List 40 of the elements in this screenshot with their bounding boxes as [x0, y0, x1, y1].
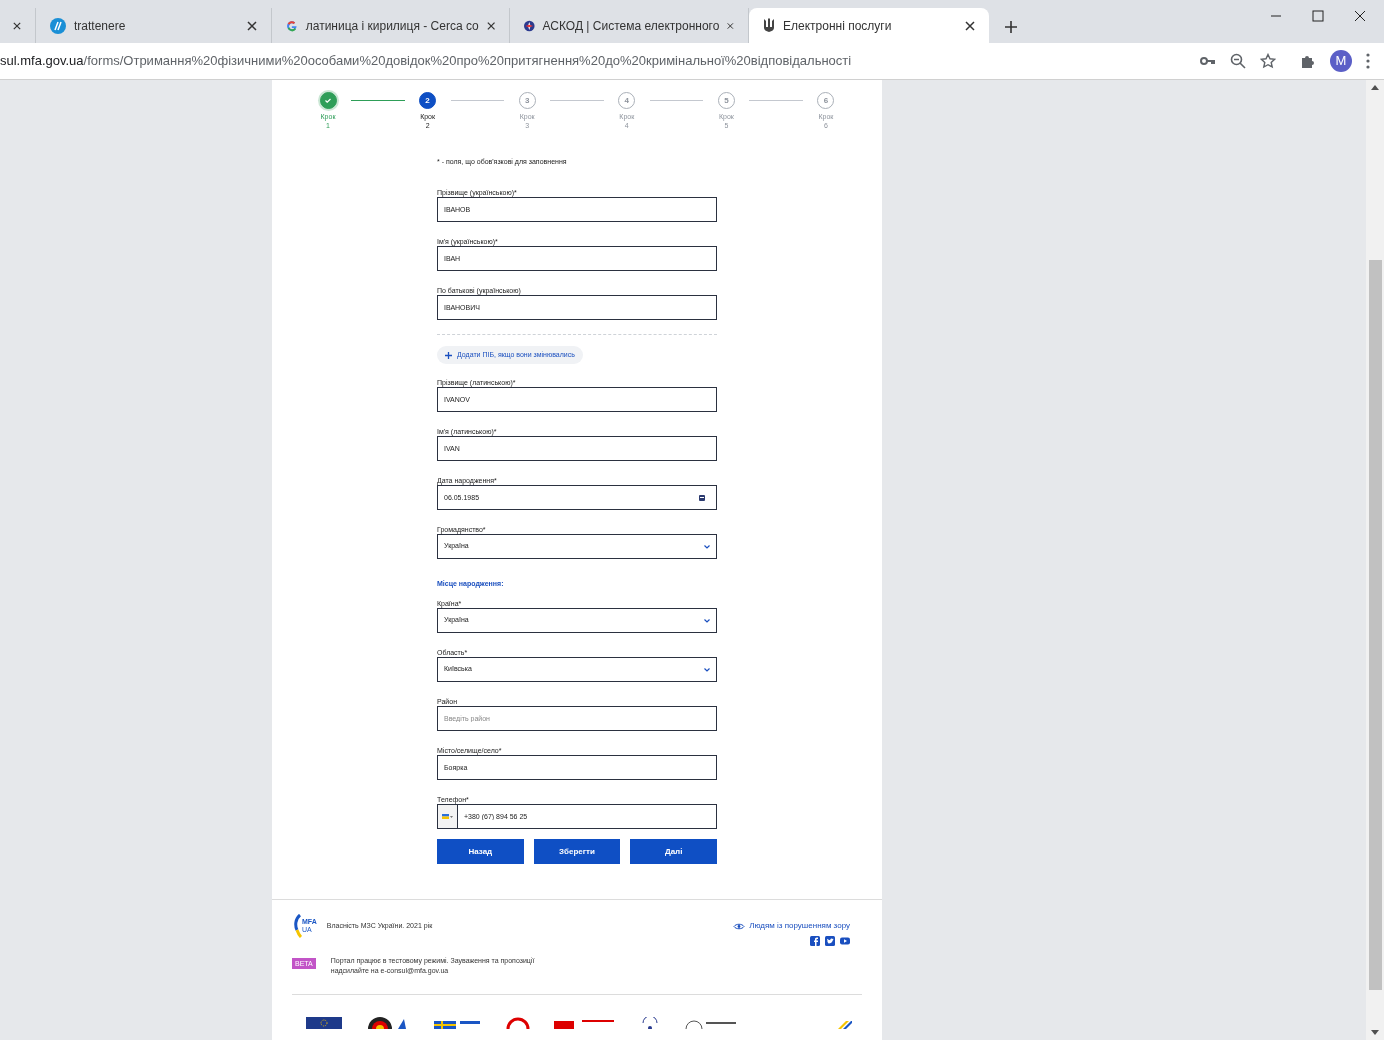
- chevron-down-icon: [704, 544, 710, 549]
- chevron-down-icon: [704, 667, 710, 672]
- browser-tab[interactable]: Електронні послуги: [749, 8, 989, 43]
- country-picker[interactable]: [437, 804, 458, 829]
- check-icon: [325, 98, 331, 103]
- youtube-icon[interactable]: [840, 936, 850, 946]
- eu-logo: [306, 1017, 342, 1029]
- star-icon[interactable]: [1260, 53, 1276, 69]
- accessibility-link[interactable]: Людям із порушенням зору: [733, 920, 850, 932]
- facebook-icon[interactable]: [810, 936, 820, 946]
- form-button[interactable]: Далі: [630, 839, 717, 864]
- scroll-down-icon[interactable]: [1371, 1030, 1379, 1035]
- close-icon[interactable]: [247, 20, 257, 31]
- calendar-icon[interactable]: [699, 495, 705, 501]
- address-bar[interactable]: sul.mfa.gov.ua/forms/Отримання%20фізичними%20особами%20довідок%20про%20притягнення%20до%20кримінальної%20відповідальності: [0, 51, 1200, 71]
- zoom-icon[interactable]: [1230, 53, 1246, 69]
- plus-icon: [445, 351, 452, 359]
- form-button[interactable]: Зберегти: [533, 839, 621, 864]
- profile-avatar[interactable]: M: [1330, 50, 1352, 72]
- scrollbar-thumb[interactable]: [1368, 260, 1382, 990]
- form-button[interactable]: Назад: [437, 839, 524, 864]
- flag-icon: [442, 814, 449, 819]
- google-icon: [286, 18, 298, 33]
- hp-logo-icon: [50, 17, 66, 34]
- caret-icon: [450, 815, 453, 818]
- twitter-icon[interactable]: [825, 936, 835, 946]
- close-window-icon[interactable]: [1354, 10, 1366, 22]
- new-tab-icon[interactable]: [1005, 21, 1017, 33]
- close-icon[interactable]: [13, 20, 21, 31]
- menu-icon[interactable]: [1366, 53, 1370, 69]
- key-icon[interactable]: [1200, 56, 1216, 66]
- maximize-icon[interactable]: [1312, 10, 1324, 22]
- eye-icon: [733, 922, 746, 930]
- scrollbar[interactable]: [1366, 80, 1384, 1040]
- puzzle-icon[interactable]: [1300, 53, 1316, 69]
- close-icon[interactable]: [965, 20, 975, 31]
- trident-icon: [763, 17, 775, 34]
- scroll-up-icon[interactable]: [1371, 85, 1379, 90]
- close-icon[interactable]: [486, 20, 495, 31]
- chevron-down-icon: [704, 618, 710, 623]
